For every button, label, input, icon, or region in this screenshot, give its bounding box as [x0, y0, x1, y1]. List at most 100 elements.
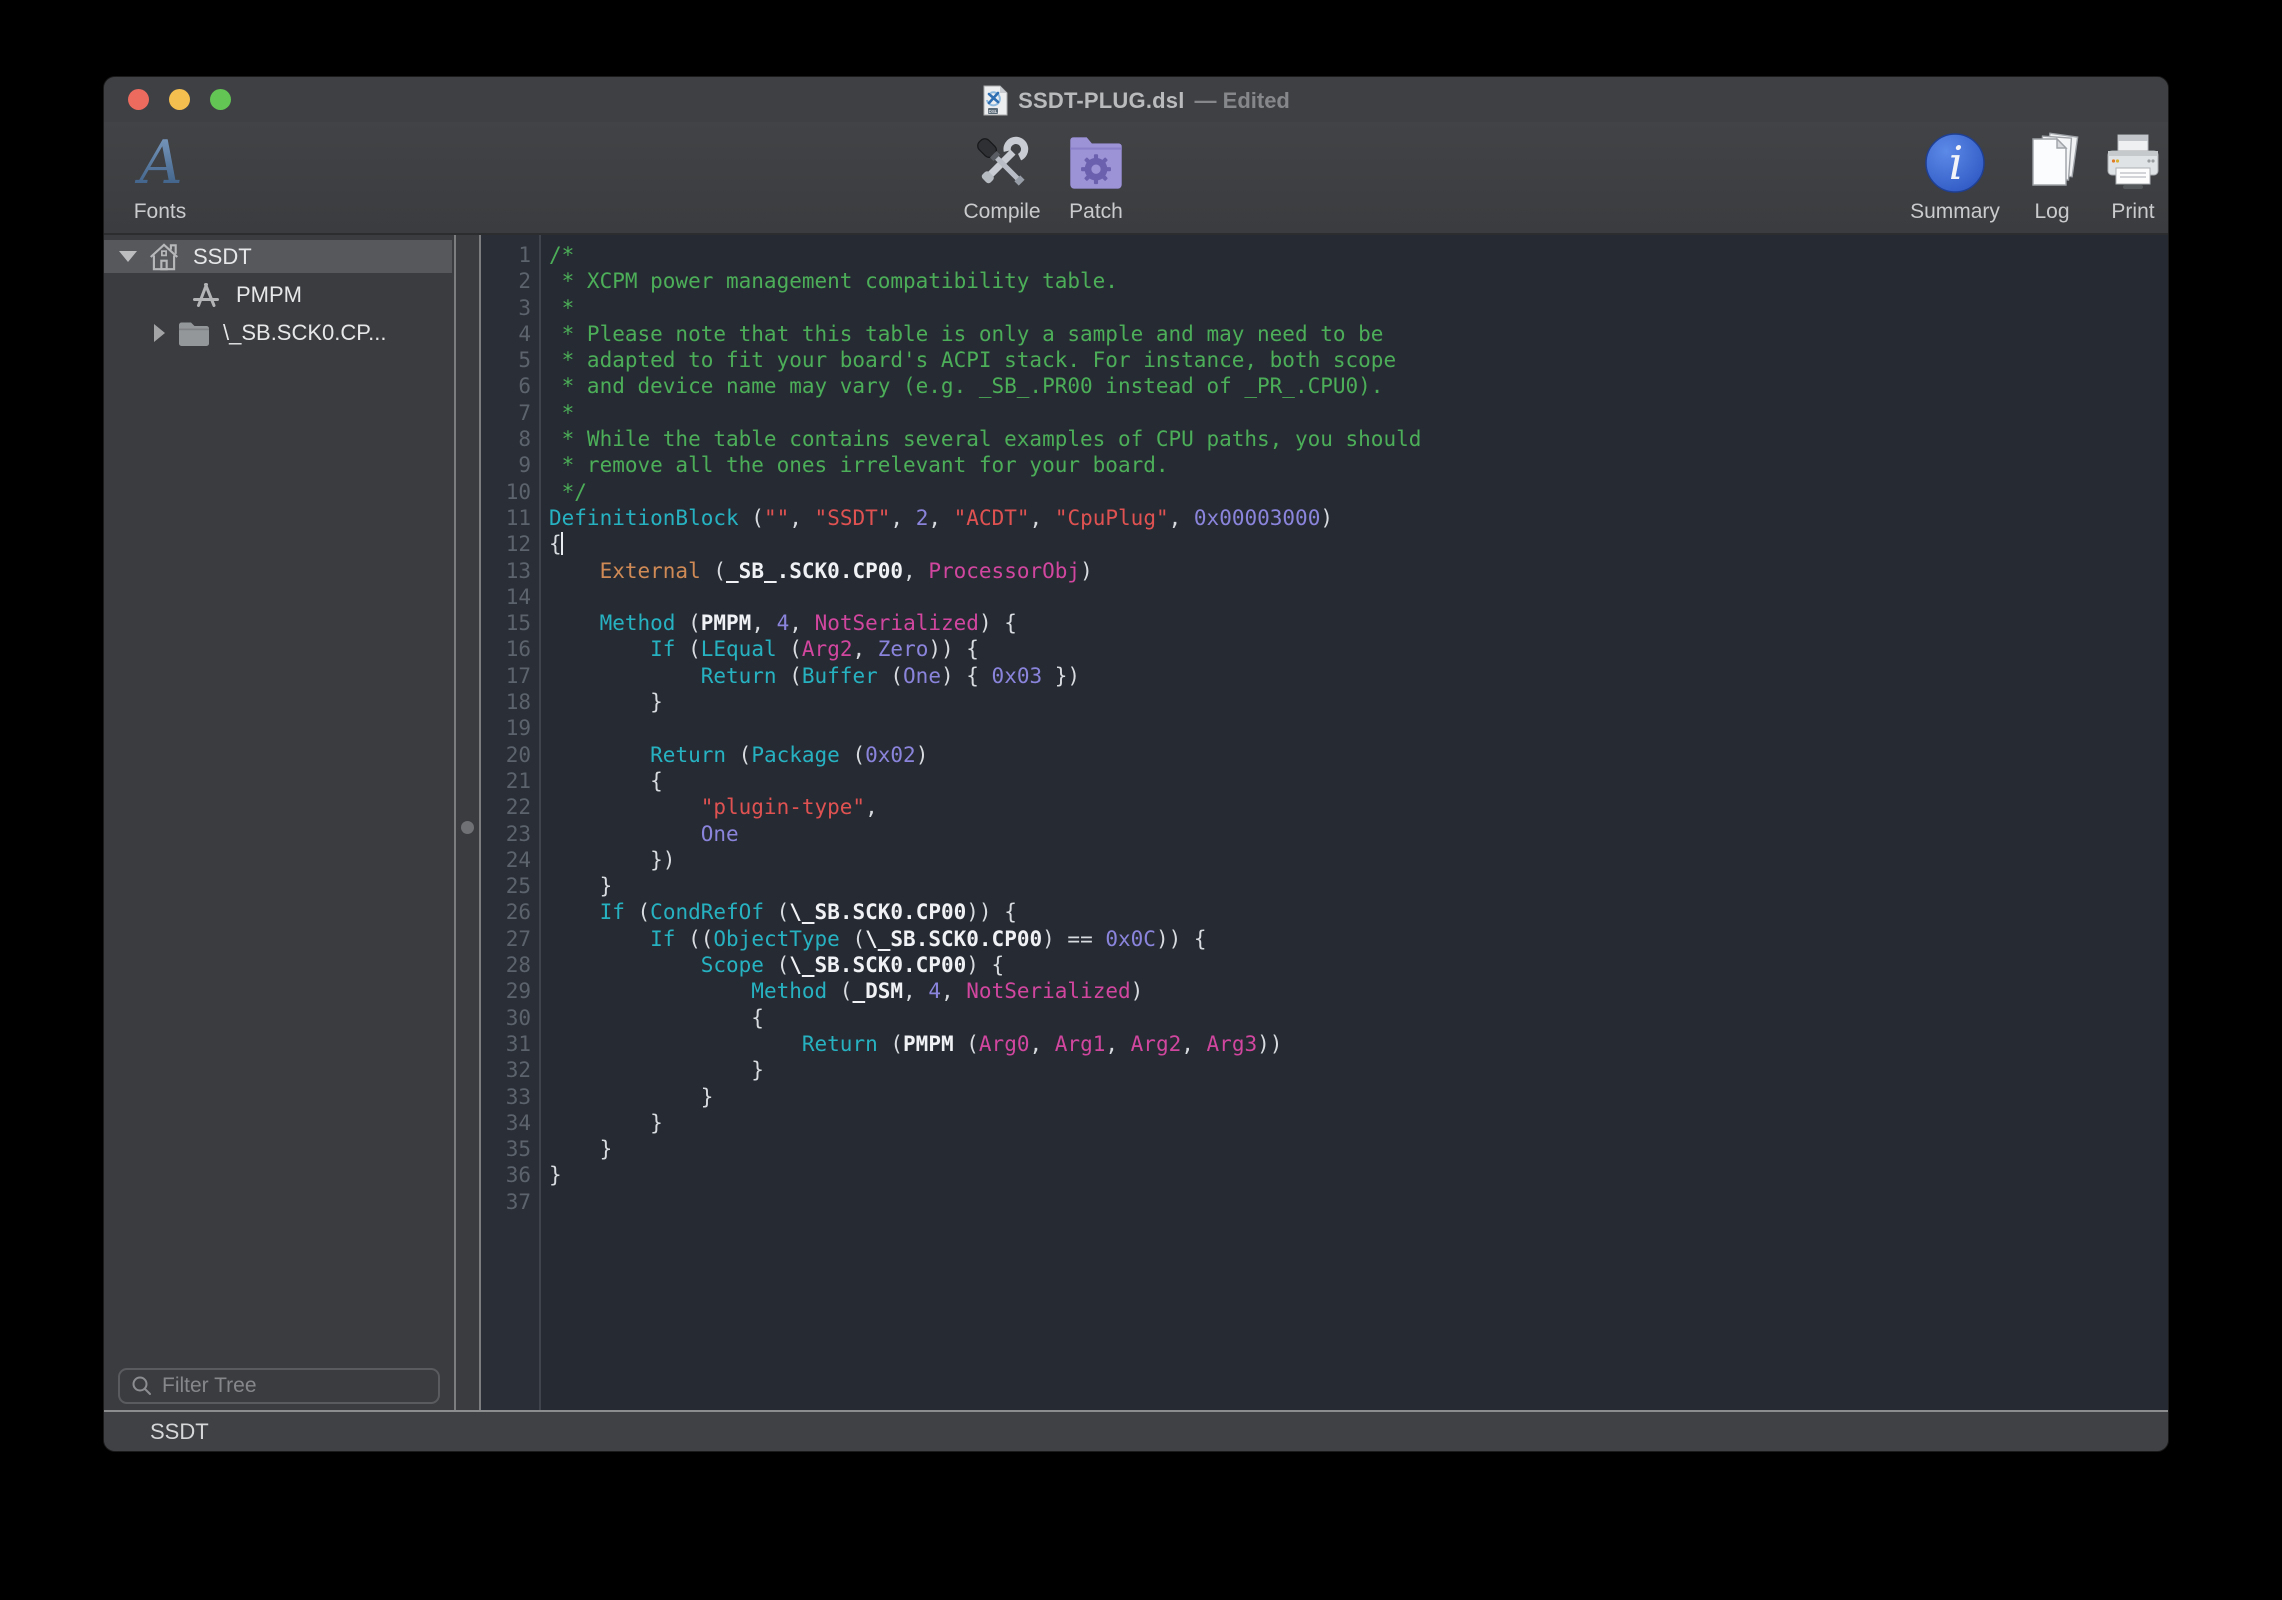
- search-icon: [130, 1374, 154, 1398]
- line-number: 32: [481, 1057, 539, 1083]
- toolbar: A Fonts: [104, 122, 2168, 235]
- code-text: Return (Package (0x02): [549, 743, 928, 767]
- line-number: 6: [481, 373, 539, 399]
- code-line: 10 */: [481, 479, 2168, 505]
- zoom-button[interactable]: [210, 89, 231, 110]
- code-line: 24 }): [481, 847, 2168, 873]
- close-button[interactable]: [128, 89, 149, 110]
- line-number: 7: [481, 400, 539, 426]
- code-line: 5 * adapted to fit your board's ACPI sta…: [481, 347, 2168, 373]
- tree-label: PMPM: [236, 282, 302, 308]
- code-line: 13 External (_SB_.SCK0.CP00, ProcessorOb…: [481, 558, 2168, 584]
- line-number: 19: [481, 715, 539, 741]
- disclosure-right-icon[interactable]: [154, 324, 165, 342]
- code-line: 14: [481, 584, 2168, 610]
- print-button[interactable]: Print: [2073, 128, 2168, 224]
- code-line: 6 * and device name may vary (e.g. _SB_.…: [481, 373, 2168, 399]
- line-number: 15: [481, 610, 539, 636]
- line-number: 33: [481, 1084, 539, 1110]
- code-line: 37: [481, 1189, 2168, 1215]
- line-number: 9: [481, 452, 539, 478]
- code-line: 33 }: [481, 1084, 2168, 1110]
- minimize-button[interactable]: [169, 89, 190, 110]
- code-line: 17 Return (Buffer (One) { 0x03 }): [481, 663, 2168, 689]
- code-line: 8 * While the table contains several exa…: [481, 426, 2168, 452]
- summary-label: Summary: [1910, 200, 2000, 224]
- code-text: * While the table contains several examp…: [549, 427, 1421, 451]
- code-line: 12{: [481, 531, 2168, 557]
- disclosure-down-icon[interactable]: [119, 251, 137, 262]
- method-icon: [190, 279, 222, 311]
- code-lines[interactable]: 1/*2 * XCPM power management compatibili…: [481, 242, 2168, 1215]
- line-number: 11: [481, 505, 539, 531]
- code-line: 18 }: [481, 689, 2168, 715]
- fonts-label: Fonts: [134, 200, 187, 224]
- code-line: 11DefinitionBlock ("", "SSDT", 2, "ACDT"…: [481, 505, 2168, 531]
- code-line: 25 }: [481, 873, 2168, 899]
- line-number: 31: [481, 1031, 539, 1057]
- line-number: 37: [481, 1189, 539, 1215]
- line-number: 22: [481, 794, 539, 820]
- code-text: *: [549, 401, 574, 425]
- code-text: /*: [549, 243, 574, 267]
- code-line: 9 * remove all the ones irrelevant for y…: [481, 452, 2168, 478]
- house-icon: [147, 240, 181, 274]
- filter-tree-input[interactable]: [160, 1373, 438, 1399]
- code-text: Method (PMPM, 4, NotSerialized) {: [549, 611, 1017, 635]
- code-text: Scope (\_SB.SCK0.CP00) {: [549, 953, 1004, 977]
- title-bar[interactable]: DSL SSDT-PLUG.dsl — Edited: [104, 77, 2168, 122]
- code-text: Return (Buffer (One) { 0x03 }): [549, 664, 1080, 688]
- folder-icon: [177, 319, 211, 347]
- svg-text:DSL: DSL: [989, 109, 998, 114]
- code-line: 20 Return (Package (0x02): [481, 742, 2168, 768]
- line-number: 13: [481, 558, 539, 584]
- window-title-edited: — Edited: [1195, 88, 1290, 114]
- code-text: */: [549, 480, 587, 504]
- line-number: 5: [481, 347, 539, 373]
- line-number: 12: [481, 531, 539, 557]
- traffic-lights: [128, 89, 231, 110]
- line-number: 21: [481, 768, 539, 794]
- tree-row-pmpm[interactable]: PMPM: [104, 278, 452, 311]
- line-number: 23: [481, 821, 539, 847]
- tree-row-sb-sck0[interactable]: \_SB.SCK0.CP...: [104, 316, 452, 349]
- line-number: 8: [481, 426, 539, 452]
- code-line: 30 {: [481, 1005, 2168, 1031]
- patch-icon: [1063, 128, 1129, 198]
- patch-button[interactable]: Patch: [1036, 128, 1156, 224]
- code-line: 22 "plugin-type",: [481, 794, 2168, 820]
- tree-row-ssdt[interactable]: SSDT: [104, 240, 452, 273]
- code-line: 34 }: [481, 1110, 2168, 1136]
- divider-handle[interactable]: [461, 821, 474, 834]
- code-text: }: [549, 1163, 562, 1187]
- acpi-tree: SSDT PMPM: [104, 240, 452, 354]
- tree-label: SSDT: [193, 244, 252, 270]
- code-text: External (_SB_.SCK0.CP00, ProcessorObj): [549, 559, 1093, 583]
- code-text: }): [549, 848, 675, 872]
- code-line: 19: [481, 715, 2168, 741]
- print-label: Print: [2111, 200, 2154, 224]
- code-line: 1/*: [481, 242, 2168, 268]
- code-line: 32 }: [481, 1057, 2168, 1083]
- code-text: * remove all the ones irrelevant for you…: [549, 453, 1169, 477]
- line-number: 14: [481, 584, 539, 610]
- code-editor[interactable]: 1/*2 * XCPM power management compatibili…: [479, 235, 2168, 1410]
- code-text: If (CondRefOf (\_SB.SCK0.CP00)) {: [549, 900, 1017, 924]
- filter-tree-box: [118, 1368, 440, 1404]
- code-text: }: [549, 1085, 713, 1109]
- split-divider[interactable]: [456, 235, 479, 1410]
- line-number: 30: [481, 1005, 539, 1031]
- line-number: 10: [481, 479, 539, 505]
- code-line: 35 }: [481, 1136, 2168, 1162]
- line-number: 29: [481, 978, 539, 1004]
- code-text: If (LEqual (Arg2, Zero)) {: [549, 637, 979, 661]
- code-line: 21 {: [481, 768, 2168, 794]
- fonts-button[interactable]: A Fonts: [104, 128, 220, 224]
- status-bar: SSDT: [104, 1410, 2168, 1451]
- code-line: 4 * Please note that this table is only …: [481, 321, 2168, 347]
- printer-icon: [2101, 128, 2165, 198]
- code-line: 36}: [481, 1162, 2168, 1188]
- line-number: 18: [481, 689, 539, 715]
- code-text: Method (_DSM, 4, NotSerialized): [549, 979, 1143, 1003]
- code-line: 26 If (CondRefOf (\_SB.SCK0.CP00)) {: [481, 899, 2168, 925]
